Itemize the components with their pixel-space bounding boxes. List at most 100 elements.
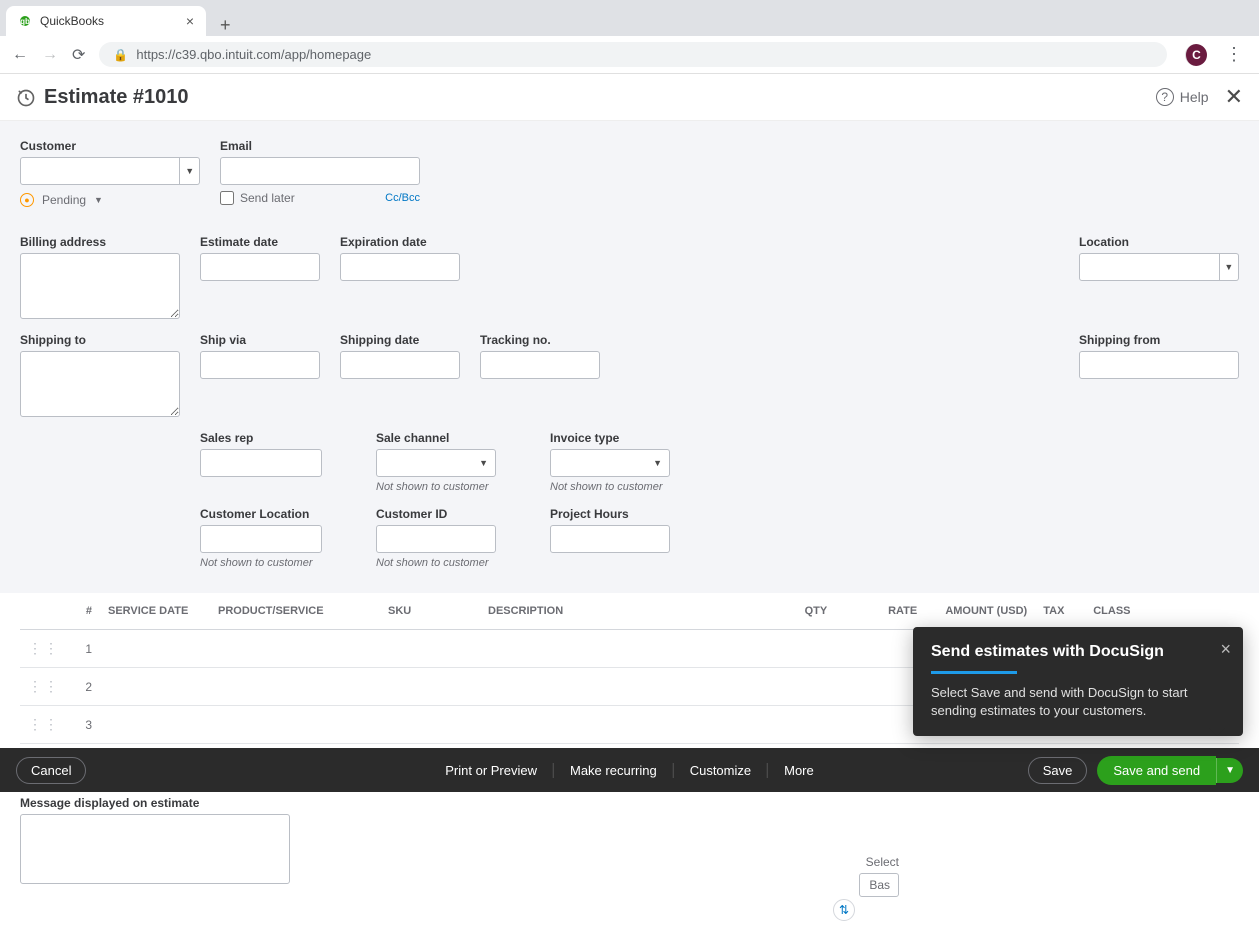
estimate-date-label: Estimate date (200, 235, 320, 249)
customer-input[interactable] (20, 157, 180, 185)
footer-bar: Cancel Print or Preview Make recurring C… (0, 748, 1259, 792)
email-input[interactable] (220, 157, 420, 185)
col-service-date: SERVICE DATE (100, 593, 210, 630)
help-label: Help (1180, 89, 1209, 105)
ccbcc-link[interactable]: Cc/Bcc (385, 192, 420, 204)
tooltip-body: Select Save and send with DocuSign to st… (931, 684, 1225, 720)
col-sku: SKU (380, 593, 480, 630)
location-select[interactable]: ▼ (1079, 253, 1239, 281)
send-later-checkbox[interactable] (220, 191, 234, 205)
chrome-menu-icon[interactable]: ⋮ (1221, 44, 1247, 65)
customer-id-hint: Not shown to customer (376, 557, 496, 569)
send-later-label: Send later (240, 191, 295, 205)
col-class: CLASS (1085, 593, 1205, 630)
browser-tab[interactable]: qb QuickBooks × (6, 6, 206, 36)
col-tax: TAX (1035, 593, 1085, 630)
shipping-date-input[interactable] (340, 351, 460, 379)
url-text: https://c39.qbo.intuit.com/app/homepage (136, 47, 371, 62)
drag-handle-icon[interactable]: ⋮⋮ (28, 716, 60, 732)
estimate-date-input[interactable] (200, 253, 320, 281)
customer-label: Customer (20, 139, 200, 153)
row-num: 2 (68, 668, 100, 706)
new-tab-button[interactable]: + (212, 15, 239, 36)
location-label: Location (1079, 235, 1239, 249)
shipping-to-input[interactable] (20, 351, 180, 417)
row-num: 3 (68, 706, 100, 744)
sales-rep-input[interactable] (200, 449, 322, 477)
expiration-date-label: Expiration date (340, 235, 460, 249)
more-link[interactable]: More (768, 763, 830, 778)
billing-address-label: Billing address (20, 235, 180, 249)
customer-location-label: Customer Location (200, 507, 322, 521)
tab-close-icon[interactable]: × (186, 13, 194, 29)
tab-strip: qb QuickBooks × + (0, 0, 1259, 36)
select-design-dropdown[interactable]: Bas (859, 873, 899, 897)
select-design-box: Select Bas (859, 855, 899, 897)
print-preview-link[interactable]: Print or Preview (429, 763, 554, 778)
customize-link[interactable]: Customize (674, 763, 768, 778)
save-button[interactable]: Save (1028, 757, 1088, 784)
expiration-date-input[interactable] (340, 253, 460, 281)
tab-title: QuickBooks (40, 14, 104, 28)
message-section: Message displayed on estimate Select Bas… (0, 790, 1259, 927)
sale-channel-hint: Not shown to customer (376, 481, 496, 493)
cancel-button[interactable]: Cancel (16, 757, 86, 784)
col-num: # (68, 593, 100, 630)
message-label: Message displayed on estimate (20, 796, 1239, 810)
shipping-from-input[interactable] (1079, 351, 1239, 379)
drag-handle-icon[interactable]: ⋮⋮ (28, 640, 60, 656)
row-num: 1 (68, 630, 100, 668)
tooltip-title: Send estimates with DocuSign (931, 643, 1225, 661)
tracking-no-input[interactable] (480, 351, 600, 379)
status-row[interactable]: ● Pending ▼ (20, 193, 200, 207)
tooltip-accent-bar (931, 671, 1017, 674)
drag-handle-icon[interactable]: ⋮⋮ (28, 678, 60, 694)
col-qty: QTY (775, 593, 835, 630)
status-label: Pending (42, 193, 86, 207)
reload-icon[interactable]: ⟳ (72, 45, 85, 65)
ship-via-label: Ship via (200, 333, 320, 347)
customer-select[interactable]: ▼ (20, 157, 200, 185)
make-recurring-link[interactable]: Make recurring (554, 763, 674, 778)
email-label: Email (220, 139, 420, 153)
help-icon: ? (1156, 88, 1174, 106)
customer-id-input[interactable] (376, 525, 496, 553)
tooltip-close-icon[interactable]: × (1220, 639, 1231, 660)
shipping-from-label: Shipping from (1079, 333, 1239, 347)
back-icon[interactable]: ← (12, 46, 28, 64)
sort-icon[interactable]: ⇅ (833, 899, 855, 921)
history-gear-icon[interactable] (16, 88, 34, 106)
tracking-no-label: Tracking no. (480, 333, 600, 347)
save-and-send-dropdown[interactable]: ▼ (1216, 758, 1243, 783)
page-header: Estimate #1010 ? Help ✕ (0, 74, 1259, 121)
customer-location-hint: Not shown to customer (200, 557, 322, 569)
ship-via-input[interactable] (200, 351, 320, 379)
lock-icon: 🔒 (113, 48, 128, 62)
location-input[interactable] (1079, 253, 1220, 281)
nav-icons: ← → ⟳ (12, 45, 85, 65)
customer-dropdown-icon[interactable]: ▼ (180, 157, 200, 185)
address-bar[interactable]: 🔒 https://c39.qbo.intuit.com/app/homepag… (99, 42, 1167, 67)
customer-id-label: Customer ID (376, 507, 496, 521)
col-product: PRODUCT/SERVICE (210, 593, 380, 630)
address-row: ← → ⟳ 🔒 https://c39.qbo.intuit.com/app/h… (0, 36, 1259, 74)
project-hours-input[interactable] (550, 525, 670, 553)
quickbooks-favicon: qb (18, 14, 32, 28)
customer-location-input[interactable] (200, 525, 322, 553)
select-design-label: Select (859, 855, 899, 869)
invoice-type-select[interactable] (550, 449, 670, 477)
close-icon[interactable]: ✕ (1225, 84, 1243, 110)
profile-avatar[interactable]: C (1185, 44, 1207, 66)
location-dropdown-icon[interactable]: ▼ (1220, 253, 1239, 281)
page-title: Estimate #1010 (44, 86, 189, 109)
help-button[interactable]: ? Help (1156, 88, 1209, 106)
sale-channel-select[interactable] (376, 449, 496, 477)
shipping-date-label: Shipping date (340, 333, 460, 347)
billing-address-input[interactable] (20, 253, 180, 319)
sale-channel-label: Sale channel (376, 431, 496, 445)
invoice-type-hint: Not shown to customer (550, 481, 670, 493)
save-and-send-button[interactable]: Save and send (1097, 756, 1216, 785)
sales-rep-label: Sales rep (200, 431, 322, 445)
forward-icon[interactable]: → (42, 46, 58, 64)
message-textarea[interactable] (20, 814, 290, 884)
